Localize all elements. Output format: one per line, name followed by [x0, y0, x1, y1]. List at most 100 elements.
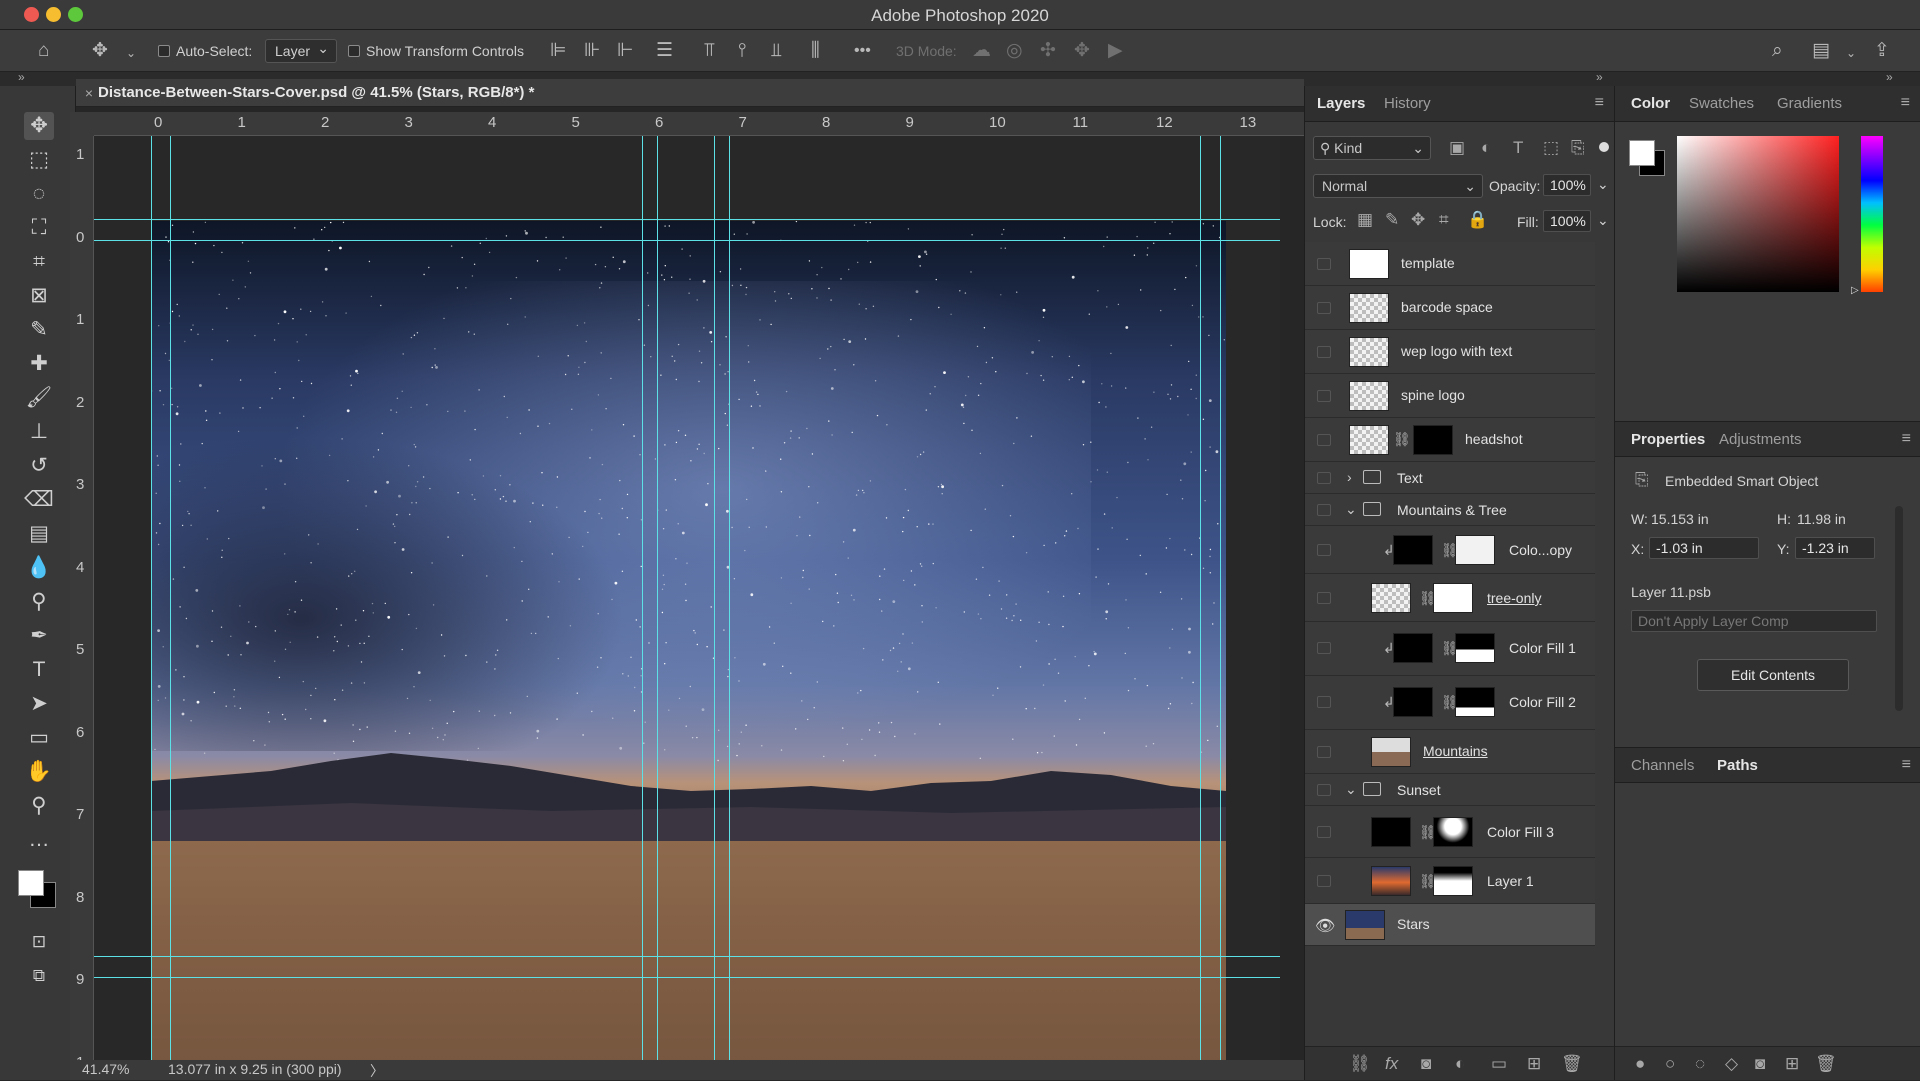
move-tool-preset-icon[interactable]: ✥	[92, 40, 108, 62]
show-transform-controls-checkbox[interactable]: Show Transform Controls	[348, 30, 524, 72]
delete-layer-icon[interactable]: 🗑	[1561, 1054, 1583, 1074]
x-input[interactable]: -1.03 in	[1649, 537, 1759, 559]
auto-select-dropdown[interactable]: Layer	[265, 39, 338, 63]
layer-mountains[interactable]: Mountains	[1305, 730, 1595, 774]
tab-history[interactable]: History	[1384, 95, 1431, 112]
stroke-path-icon[interactable]: ○	[1665, 1054, 1675, 1074]
layer-layer-1[interactable]: ⛓ Layer 1	[1305, 858, 1595, 904]
new-group-icon[interactable]: ▭	[1491, 1054, 1507, 1074]
lock-transparency-icon[interactable]: ▦	[1357, 210, 1373, 230]
panel-menu-icon[interactable]: ≡	[1595, 94, 1604, 112]
group-text[interactable]: › Text	[1305, 462, 1595, 494]
search-icon[interactable]: ⌕	[1772, 40, 1783, 62]
fill-chevron-icon[interactable]: ⌄	[1597, 212, 1609, 229]
align-left-icon[interactable]: ⊫	[550, 40, 567, 62]
ruler-origin[interactable]	[70, 112, 94, 136]
tab-swatches[interactable]: Swatches	[1689, 95, 1754, 112]
lasso-tool-icon[interactable]: ◌	[24, 180, 54, 208]
blend-mode-dropdown[interactable]: Normal ⌄	[1313, 174, 1483, 198]
link-layers-icon[interactable]: ⛓	[1349, 1054, 1371, 1074]
align-top-icon[interactable]: ⫪	[704, 40, 715, 62]
document-tab[interactable]: × Distance-Between-Stars-Cover.psd @ 41.…	[76, 79, 1304, 107]
collapse-right-panels-icon[interactable]: »	[1886, 70, 1893, 84]
color-foreground-swatch[interactable]	[1629, 140, 1655, 166]
align-center-icon[interactable]: ⊪	[584, 40, 601, 62]
filter-shape-icon[interactable]: ⬚	[1543, 138, 1559, 158]
expand-toolbar-icon[interactable]: »	[18, 70, 25, 84]
tab-gradients[interactable]: Gradients	[1777, 95, 1842, 112]
lock-artboard-icon[interactable]: ⌗	[1439, 210, 1449, 230]
collapse-panels-icon[interactable]: »	[1596, 70, 1603, 84]
guide-vertical[interactable]	[714, 136, 715, 1060]
horizontal-ruler[interactable]: 0 1 2 3 4 5 6 7 8 9 10 11 12 13	[94, 112, 1304, 136]
filter-adjustment-icon[interactable]: ◐	[1481, 138, 1491, 158]
brush-tool-icon[interactable]: 🖌	[24, 384, 54, 412]
move-tool-icon[interactable]: ✥	[24, 112, 54, 140]
make-path-icon[interactable]: ◇	[1725, 1054, 1738, 1074]
opacity-chevron-icon[interactable]: ⌄	[1597, 176, 1609, 193]
properties-scrollbar[interactable]	[1895, 506, 1903, 711]
frame-tool-icon[interactable]: ⊠	[24, 282, 54, 310]
status-menu-arrow[interactable]: 〉	[370, 1061, 384, 1081]
layer-filter-dropdown[interactable]: ⚲ Kind ⌄	[1313, 136, 1431, 160]
layer-wep-logo[interactable]: wep logo with text	[1305, 330, 1595, 374]
load-selection-icon[interactable]: ◌	[1695, 1054, 1705, 1074]
guide-vertical[interactable]	[1200, 136, 1201, 1060]
eyedropper-tool-icon[interactable]: ✎	[24, 316, 54, 344]
align-middle-icon[interactable]: ⫯	[738, 40, 746, 62]
filter-type-icon[interactable]: T	[1513, 138, 1523, 158]
hue-slider[interactable]	[1861, 136, 1883, 292]
height-value[interactable]: 11.98 in	[1797, 511, 1846, 527]
color-field[interactable]	[1677, 136, 1839, 292]
y-input[interactable]: -1.23 in	[1795, 537, 1875, 559]
zoom-tool-icon[interactable]: ⚲	[24, 792, 54, 820]
group-sunset[interactable]: ⌄ Sunset	[1305, 774, 1595, 806]
adjustment-layer-icon[interactable]: ◐	[1455, 1054, 1465, 1074]
gradient-tool-icon[interactable]: ▤	[24, 520, 54, 548]
workspace-chevron-icon[interactable]: ⌄	[1846, 42, 1856, 64]
guide-horizontal[interactable]	[94, 240, 1280, 241]
visibility-eye-icon[interactable]: 👁	[1315, 916, 1335, 936]
object-selection-tool-icon[interactable]: ⛶	[24, 214, 54, 242]
tab-paths[interactable]: Paths	[1717, 757, 1758, 774]
guide-vertical[interactable]	[170, 136, 171, 1060]
document-canvas[interactable]	[151, 221, 1226, 1060]
rectangle-tool-icon[interactable]: ▭	[24, 724, 54, 752]
guide-horizontal[interactable]	[94, 956, 1280, 957]
layer-barcode-space[interactable]: barcode space	[1305, 286, 1595, 330]
distribute-icon[interactable]: ☰	[656, 40, 673, 62]
more-options-icon[interactable]: •••	[854, 40, 871, 62]
path-selection-tool-icon[interactable]: ➤	[24, 690, 54, 718]
properties-menu-icon[interactable]: ≡	[1902, 430, 1911, 448]
hue-slider-thumb-icon[interactable]: ▷	[1851, 285, 1859, 296]
filter-smart-object-icon[interactable]: ⎘	[1571, 138, 1585, 158]
blur-tool-icon[interactable]: 💧	[24, 554, 54, 582]
pen-tool-icon[interactable]: ✒	[24, 622, 54, 650]
tab-channels[interactable]: Channels	[1631, 757, 1694, 774]
layer-template[interactable]: template	[1305, 242, 1595, 286]
delete-path-icon[interactable]: 🗑	[1815, 1054, 1837, 1074]
canvas-area[interactable]	[94, 136, 1280, 1060]
auto-select-checkbox[interactable]: Auto-Select:	[158, 30, 252, 72]
guide-horizontal[interactable]	[94, 219, 1280, 220]
quick-mask-icon[interactable]: ⊡	[24, 928, 54, 956]
fill-input[interactable]: 100%	[1543, 210, 1591, 232]
new-path-icon[interactable]: ⊞	[1785, 1054, 1799, 1074]
layer-color-fill-3[interactable]: ⛓ Color Fill 3	[1305, 806, 1595, 858]
history-brush-tool-icon[interactable]: ↺	[24, 452, 54, 480]
edit-toolbar-icon[interactable]: …	[24, 826, 54, 854]
hand-tool-icon[interactable]: ✋	[24, 758, 54, 786]
chevron-down-icon[interactable]: ⌄	[126, 42, 136, 64]
new-layer-icon[interactable]: ⊞	[1527, 1054, 1541, 1074]
layer-color-fill-1[interactable]: ↲ ⛓ Color Fill 1	[1305, 622, 1595, 676]
color-panel-menu-icon[interactable]: ≡	[1901, 94, 1910, 112]
layer-comp-dropdown[interactable]: Don't Apply Layer Comp	[1631, 610, 1877, 632]
marquee-tool-icon[interactable]: ⬚	[24, 146, 54, 174]
paths-menu-icon[interactable]: ≡	[1902, 756, 1911, 774]
distribute-vertical-icon[interactable]: ⫼	[811, 40, 820, 62]
layer-color-fill-2[interactable]: ↲ ⛓ Color Fill 2	[1305, 676, 1595, 730]
opacity-input[interactable]: 100%	[1543, 174, 1591, 196]
lock-position-icon[interactable]: ✥	[1411, 210, 1425, 230]
eraser-tool-icon[interactable]: ⌫	[24, 486, 54, 514]
home-icon[interactable]: ⌂	[38, 40, 49, 62]
